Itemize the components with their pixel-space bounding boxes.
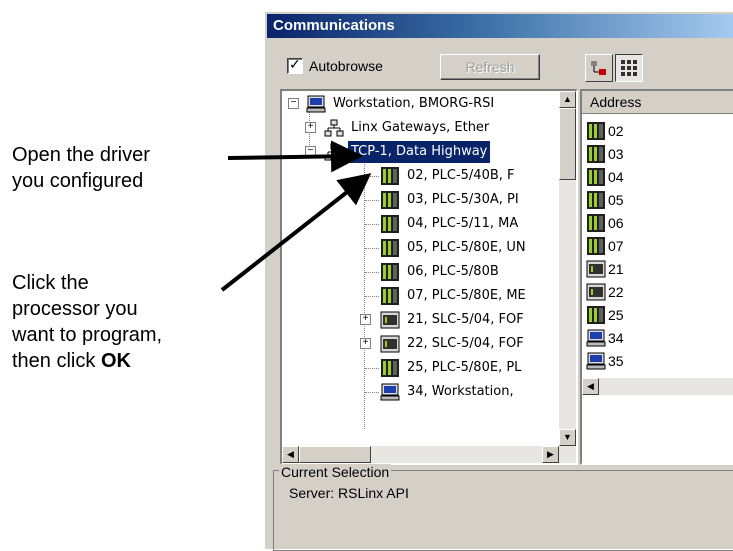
arrow-to-driver bbox=[227, 140, 363, 173]
arrow-to-processor bbox=[220, 173, 372, 292]
callout-arrows bbox=[220, 140, 372, 292]
